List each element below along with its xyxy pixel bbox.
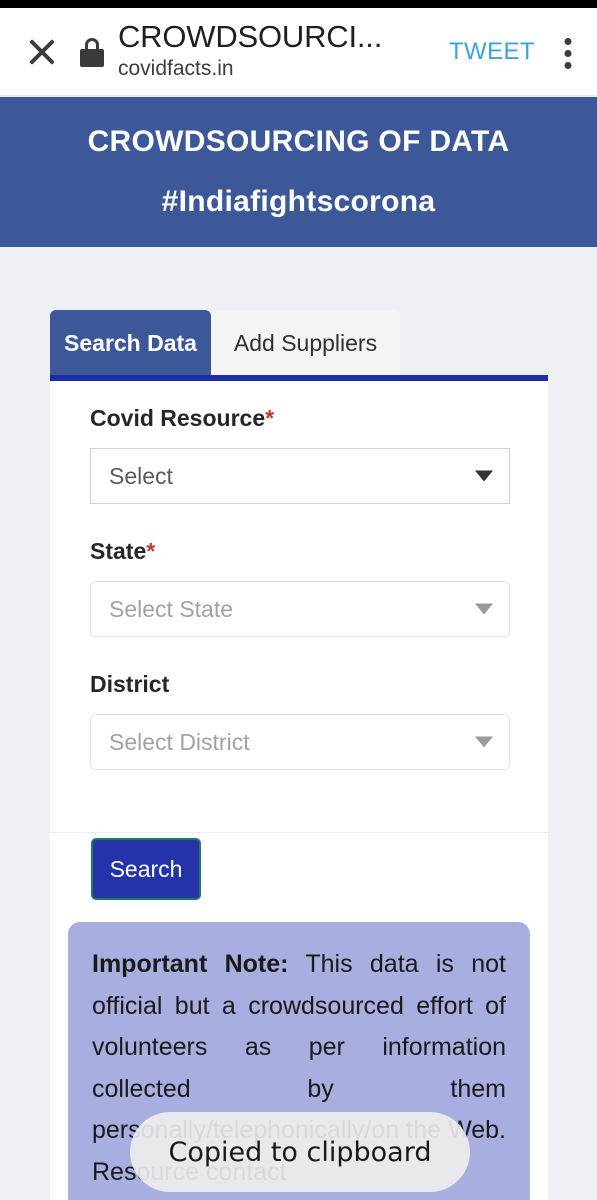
important-note-title: Important Note: — [92, 950, 289, 978]
label-state-text: State — [90, 538, 147, 564]
label-district-text: District — [90, 671, 170, 697]
select-state[interactable]: Select State — [90, 581, 510, 637]
tab-add-suppliers[interactable]: Add Suppliers — [211, 310, 400, 376]
required-marker: * — [265, 405, 275, 431]
toast-copied-to-clipboard: Copied to clipboard — [130, 1112, 470, 1192]
label-covid-resource: Covid Resource* — [90, 405, 508, 432]
required-marker: * — [146, 538, 156, 564]
select-covid-resource-value: Select — [109, 462, 173, 489]
chevron-down-icon — [475, 736, 493, 748]
banner-heading: CROWDSOURCING OF DATA — [87, 125, 510, 158]
search-button[interactable]: Search — [91, 838, 201, 900]
browser-toolbar: CROWDSOURCI... covidfacts.in TWEET — [0, 8, 597, 96]
form-area: Covid Resource* Select State* Select Sta… — [50, 381, 548, 770]
label-district: District — [90, 671, 508, 698]
form-divider — [50, 832, 548, 833]
tab-bar: Search Data Add Suppliers — [50, 310, 548, 376]
tab-search-data[interactable]: Search Data — [50, 310, 211, 376]
kebab-menu-icon[interactable] — [545, 20, 591, 84]
address-block[interactable]: CROWDSOURCI... covidfacts.in — [118, 21, 439, 83]
chevron-down-icon — [475, 603, 493, 615]
label-covid-resource-text: Covid Resource — [90, 405, 266, 431]
select-district[interactable]: Select District — [90, 714, 510, 770]
select-covid-resource[interactable]: Select — [90, 448, 510, 504]
page-title: CROWDSOURCI... — [118, 20, 383, 54]
select-state-value: Select State — [109, 595, 234, 622]
site-banner: CROWDSOURCING OF DATA #Indiafightscorona — [0, 97, 597, 247]
lock-icon — [80, 37, 104, 67]
tweet-button[interactable]: TWEET — [439, 38, 545, 66]
search-form-card: Covid Resource* Select State* Select Sta… — [50, 381, 548, 1200]
status-bar-strip — [0, 0, 597, 8]
chevron-down-icon — [475, 470, 493, 482]
page-url: covidfacts.in — [118, 57, 234, 81]
label-state: State* — [90, 538, 508, 565]
close-icon[interactable] — [10, 20, 74, 84]
banner-hashtag: #Indiafightscorona — [161, 185, 436, 218]
select-district-value: Select District — [109, 728, 250, 755]
